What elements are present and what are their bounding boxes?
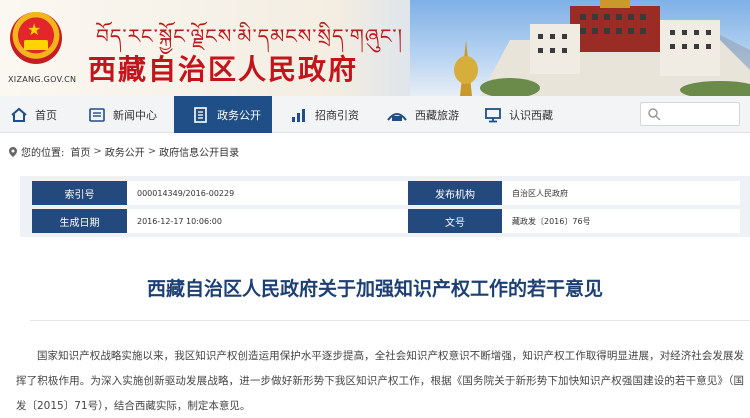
header-banner: ★ XIZANG.GOV.CN བོད་རང་སྐྱོང་ལྗོངས་མི་དམ… (0, 0, 750, 96)
date-label: 生成日期 (32, 209, 127, 233)
travel-icon (386, 106, 408, 124)
nav-item-government-affairs[interactable]: 政务公开 (174, 96, 272, 133)
date-value: 2016-12-17 10:06:00 (127, 209, 411, 233)
potala-palace-image (454, 0, 750, 96)
breadcrumb-government-affairs[interactable]: 政务公开 (105, 144, 145, 159)
document-info-table: 索引号 000014349/2016-00229 发布机构 自治区人民政府 生成… (20, 176, 750, 237)
nav-item-tourism[interactable]: 西藏旅游 (370, 96, 470, 133)
search-input[interactable] (640, 102, 740, 126)
monitor-icon (484, 106, 502, 124)
breadcrumb-separator: > (147, 146, 157, 157)
national-emblem-icon[interactable]: ★ (10, 12, 62, 64)
nav-label-home: 首页 (35, 108, 57, 122)
search-icon[interactable] (647, 107, 661, 121)
breadcrumb-catalog[interactable]: 政府信息公开目录 (159, 144, 239, 159)
nav-label-know-tibet: 认识西藏 (509, 108, 553, 122)
location-pin-icon (9, 146, 17, 157)
news-icon (88, 106, 106, 124)
nav-item-investment[interactable]: 招商引资 (272, 96, 370, 133)
breadcrumb-separator: > (93, 146, 102, 157)
bar-chart-icon (290, 106, 308, 124)
breadcrumb-prefix: 您的位置: (21, 148, 65, 159)
issuer-label: 发布机构 (408, 181, 502, 205)
article-title: 西藏自治区人民政府关于加强知识产权工作的若干意见 (146, 279, 603, 300)
site-title[interactable]: 西藏自治区人民政府 (88, 48, 358, 88)
title-divider (30, 320, 750, 321)
issuer-value: 自治区人民政府 (502, 181, 740, 205)
nav-item-news[interactable]: 新闻中心 (80, 96, 174, 133)
home-icon (10, 106, 28, 124)
nav-label-government-affairs: 政务公开 (217, 108, 261, 122)
site-domain: XIZANG.GOV.CN (8, 75, 77, 84)
nav-label-news: 新闻中心 (113, 108, 157, 122)
index-number-label: 索引号 (32, 181, 127, 205)
breadcrumb: 您的位置: 首页 > 政务公开 > 政府信息公开目录 (8, 144, 239, 159)
article-paragraph: 国家知识产权战略实施以来，我区知识产权创造运用保护水平逐步提高，全社会知识产权意… (16, 350, 744, 412)
nav-label-tourism: 西藏旅游 (415, 108, 459, 122)
nav-item-know-tibet[interactable]: 认识西藏 (470, 96, 570, 133)
nav-label-investment: 招商引资 (315, 108, 359, 122)
document-number-value: 藏政发〔2016〕76号 (502, 209, 740, 233)
breadcrumb-home[interactable]: 首页 (70, 144, 90, 159)
nav-item-home[interactable]: 首页 (0, 96, 80, 133)
document-number-label: 文号 (408, 209, 502, 233)
main-nav: 首页 新闻中心 政务公开 招商引资 西藏旅游 认识西藏 (0, 96, 750, 133)
index-number-value: 000014349/2016-00229 (127, 181, 411, 205)
document-icon (192, 106, 210, 124)
